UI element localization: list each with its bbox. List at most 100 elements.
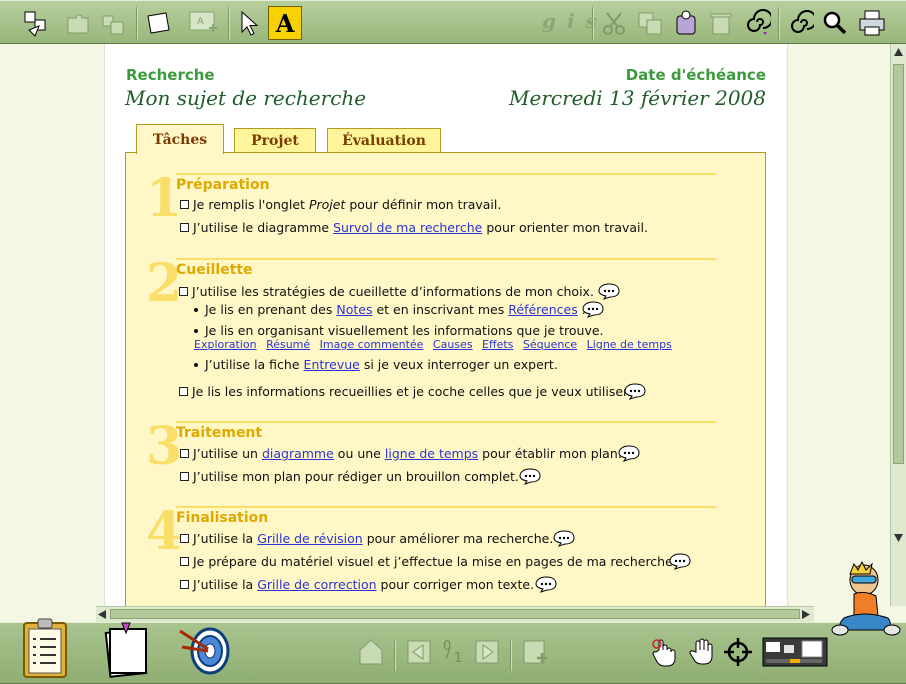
crosshair-icon[interactable] (722, 635, 754, 669)
help-bubble-icon[interactable] (618, 445, 640, 462)
copy-icon[interactable] (634, 7, 666, 39)
horizontal-scrollbar[interactable] (96, 606, 814, 622)
tab-taches[interactable]: Tâches (136, 124, 224, 154)
section-divider (176, 258, 716, 260)
link-causes[interactable]: Causes (433, 338, 473, 351)
link-notes[interactable]: Notes (336, 302, 372, 317)
due-date-label: Date d'échéance (625, 66, 766, 84)
puzzle-icon[interactable] (62, 7, 94, 39)
link-effets[interactable]: Effets (482, 338, 513, 351)
link-references[interactable]: Références (508, 302, 577, 317)
text-tool-button[interactable]: A (268, 6, 302, 40)
spiral-menu-icon[interactable] (742, 7, 772, 39)
printer-icon[interactable] (856, 7, 888, 39)
add-text-box-icon[interactable]: A (186, 7, 220, 39)
bullet-item: Je lis en organisant visuellement les in… (194, 323, 604, 338)
puzzle-group-icon[interactable] (98, 7, 130, 39)
add-page-icon[interactable] (520, 635, 550, 669)
link-ligne-de-temps[interactable]: Ligne de temps (587, 338, 672, 351)
bottom-toolbar: 0 / 1 (0, 618, 906, 684)
task-checkbox[interactable] (180, 580, 189, 589)
help-bubble-icon[interactable] (582, 301, 604, 318)
arrow-cursor-icon[interactable] (234, 7, 264, 39)
tab-evaluation[interactable]: Évaluation (327, 128, 441, 153)
task-item: J’utilise mon plan pour rédiger un broui… (180, 469, 519, 484)
text-format-buttons[interactable]: g i s (542, 9, 599, 33)
link-resume[interactable]: Résumé (266, 338, 310, 351)
task-checkbox[interactable] (179, 287, 188, 296)
next-page-icon[interactable] (472, 635, 502, 669)
link-exploration[interactable]: Exploration (194, 338, 257, 351)
section-title-preparation: Préparation (176, 177, 270, 193)
spiral-icon[interactable] (786, 7, 816, 39)
vertical-scrollbar[interactable] (890, 44, 906, 606)
help-bubble-icon[interactable] (598, 283, 620, 300)
paste-icon[interactable] (670, 7, 702, 39)
link-ligne-de-temps-plan[interactable]: ligne de temps (385, 446, 478, 461)
trash-icon[interactable] (706, 7, 736, 39)
research-label: Recherche (126, 66, 215, 84)
task-checkbox[interactable] (180, 557, 189, 566)
section-title-finalisation: Finalisation (176, 510, 269, 526)
link-image-commentee[interactable]: Image commentée (320, 338, 424, 351)
help-bubble-icon[interactable] (535, 576, 557, 593)
task-checkbox[interactable] (180, 223, 189, 232)
target-darts-icon[interactable] (176, 621, 232, 681)
page-indicator: 0 / 1 (443, 639, 463, 666)
section-title-traitement: Traitement (176, 425, 263, 441)
help-bubble-icon[interactable] (553, 530, 575, 547)
horizontal-scroll-thumb[interactable] (110, 609, 800, 619)
scissors-icon[interactable] (598, 7, 630, 39)
notes-stack-icon[interactable] (98, 617, 154, 681)
previous-page-icon[interactable] (404, 635, 434, 669)
task-item: J’utilise un diagramme ou une ligne de t… (180, 446, 622, 461)
section-divider (176, 506, 716, 508)
task-checkbox[interactable] (180, 200, 189, 209)
scroll-up-icon[interactable] (894, 48, 903, 56)
task-checkbox[interactable] (180, 449, 189, 458)
link-grille-correction[interactable]: Grille de correction (257, 577, 376, 592)
link-diagramme[interactable]: diagramme (262, 446, 334, 461)
task-checkbox[interactable] (180, 534, 189, 543)
link-entrevue[interactable]: Entrevue (304, 357, 360, 372)
link-grille-revision[interactable]: Grille de révision (257, 531, 363, 546)
bullet-item: J’utilise la fiche Entrevue si je veux i… (194, 357, 558, 372)
due-date-value[interactable]: Mercredi 13 février 2008 (509, 86, 766, 110)
home-star-icon[interactable] (356, 635, 386, 669)
task-item: J’utilise la Grille de révision pour amé… (180, 531, 553, 546)
bullet-item: Je lis en prenant des Notes et en inscri… (194, 302, 586, 317)
note-card-icon[interactable] (142, 7, 174, 39)
vertical-scroll-thumb[interactable] (893, 64, 904, 464)
scroll-down-icon[interactable] (894, 534, 903, 542)
svg-text:A: A (197, 16, 204, 27)
right-margin (787, 44, 890, 606)
link-survol[interactable]: Survol de ma recherche (333, 220, 482, 235)
research-topic-title[interactable]: Mon sujet de recherche (125, 86, 366, 110)
share-icon[interactable] (20, 7, 52, 39)
link-sequence[interactable]: Séquence (523, 338, 577, 351)
left-margin (0, 44, 104, 606)
hand-pointer-icon[interactable] (650, 635, 682, 669)
tasks-panel: 1 Préparation Je remplis l'onglet Projet… (125, 152, 766, 612)
help-bubble-icon[interactable] (669, 553, 691, 570)
overview-map-icon[interactable] (762, 637, 830, 669)
scroll-right-icon[interactable] (802, 610, 810, 619)
mascot-character[interactable] (830, 560, 906, 638)
task-checkbox[interactable] (180, 472, 189, 481)
task-item: Je lis les informations recueillies et j… (179, 384, 631, 399)
tab-projet[interactable]: Projet (234, 128, 316, 153)
section-divider (176, 173, 716, 175)
task-checkbox[interactable] (179, 387, 188, 396)
top-toolbar: A A g i s (0, 0, 906, 44)
search-icon[interactable] (820, 7, 850, 39)
section-divider (176, 421, 716, 423)
clipboard-checklist-icon[interactable] (18, 617, 74, 681)
task-item: J’utilise la Grille de correction pour c… (180, 577, 534, 592)
help-bubble-icon[interactable] (624, 383, 646, 400)
help-bubble-icon[interactable] (519, 468, 541, 485)
task-item: J’utilise les stratégies de cueillette d… (179, 284, 594, 299)
task-item: Je prépare du matériel visuel et j’effec… (180, 554, 677, 569)
task-item: Je remplis l'onglet Projet pour définir … (180, 197, 501, 212)
section-title-cueillette: Cueillette (176, 262, 253, 278)
hand-move-icon[interactable] (688, 635, 720, 669)
